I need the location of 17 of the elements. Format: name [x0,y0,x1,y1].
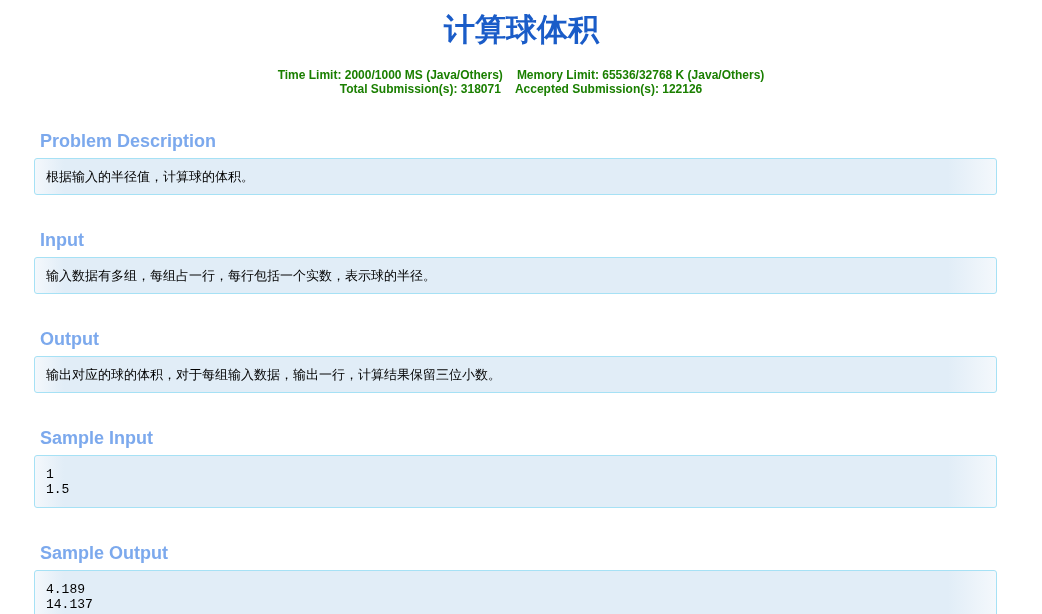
content-text: 4.189 [46,582,86,597]
section-heading: Input [39,229,85,251]
section-heading: Sample Input [39,427,154,449]
content-text: 1.5 [46,482,71,497]
section-heading: Sample Output [39,542,169,564]
content-text: 输入数据有多组，每组占一行，每行包括一个实数，表示球的半径。 [46,267,437,284]
section-heading: Problem Description [39,130,218,152]
limit-info: Total Submission(s): 318071 [339,82,501,96]
limit-info: Accepted Submission(s): 122126 [514,82,703,96]
content-text: 1 [46,467,55,482]
section-heading: Output [39,328,100,350]
limit-info: Memory Limit: 65536/32768 K (Java/Others) [516,68,765,82]
content-text: 输出对应的球的体积，对于每组输入数据，输出一行，计算结果保留三位小数。 [46,366,502,383]
problem-title: 计算球体积 [442,10,601,49]
limit-info: Time Limit: 2000/1000 MS (Java/Others) [277,68,503,82]
content-text: 根据输入的半径值，计算球的体积。 [46,168,255,185]
content-text: 14.137 [46,597,94,612]
